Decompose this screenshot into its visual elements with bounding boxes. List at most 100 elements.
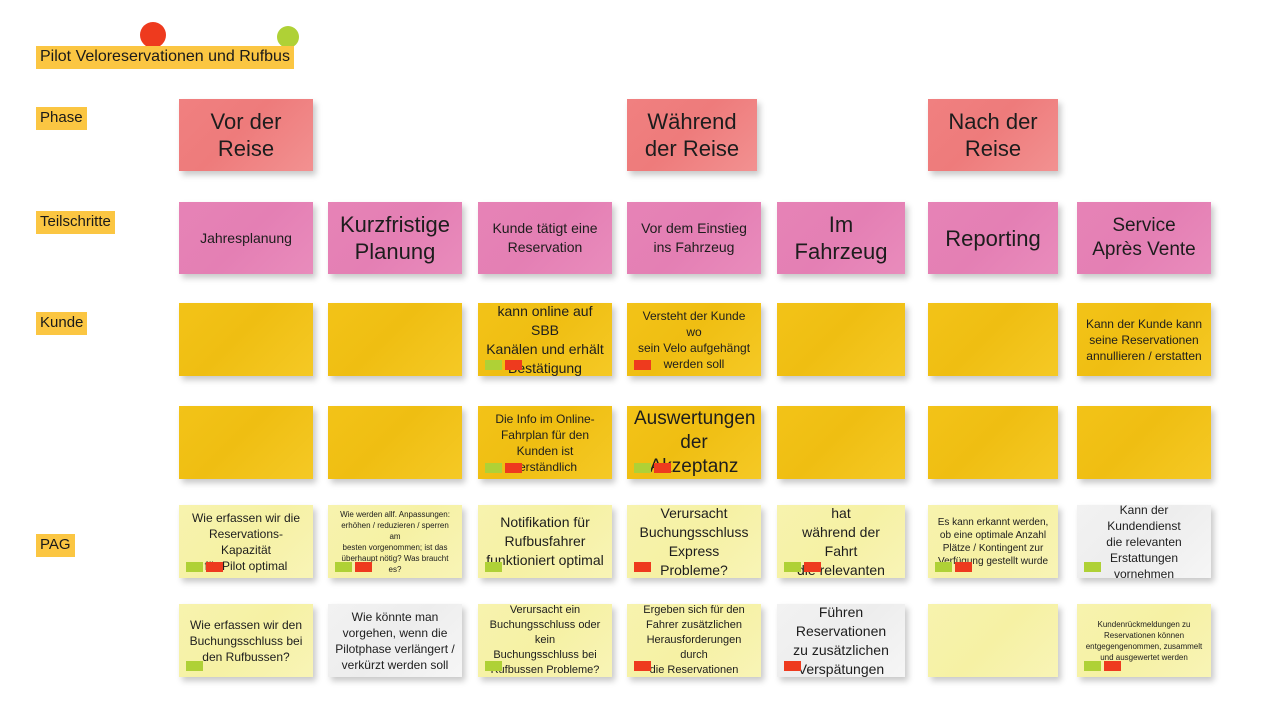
note-text: Kundenrückmeldungen zu Reservationen kön…	[1085, 619, 1203, 662]
status-chips	[186, 661, 203, 671]
pag-note[interactable]: Wie erfassen wir den Buchungsschluss bei…	[179, 604, 313, 677]
kunde-note[interactable]: Kann der Kunde kann seine Reservationen …	[1077, 303, 1211, 376]
step-note-reporting[interactable]: Reporting	[928, 202, 1058, 274]
red-dot	[140, 22, 166, 48]
row-label-teilschritte: Teilschritte	[36, 211, 115, 234]
pag-note[interactable]: Es kann erkannt werden, ob eine optimale…	[928, 505, 1058, 578]
row-label-kunde: Kunde	[36, 312, 88, 335]
chip-red	[206, 562, 223, 572]
note-text: Ergeben sich für den Fahrer zusätzlichen…	[643, 604, 745, 676]
step-note-im-fahrzeug[interactable]: Im Fahrzeug	[777, 202, 905, 274]
pag-note[interactable]: Wie könnte man vorgehen, wenn die Pilotp…	[328, 604, 462, 677]
step-note-kurzfristige-planung[interactable]: Kurzfristige Planung	[328, 202, 462, 274]
status-chips	[634, 463, 671, 473]
status-chips	[634, 562, 651, 572]
step-note-label: Kurzfristige Planung	[339, 212, 451, 264]
chip-red	[355, 562, 372, 572]
chip-red	[634, 360, 651, 370]
step-note-label: Service Après Vente	[1092, 215, 1196, 260]
step-note-label: Vor dem Einstieg ins Fahrzeug	[641, 220, 747, 255]
status-chips	[784, 562, 821, 572]
note-text: Notifikation für Rufbusfahrer funktionie…	[486, 514, 604, 568]
journey-map-board: Pilot Veloreservationen und Rufbus Phase…	[0, 0, 1265, 712]
step-note-kunde-taetigt-eine-reservation[interactable]: Kunde tätigt eine Reservation	[478, 202, 612, 274]
kunde-note[interactable]: Versteht der Kunde wo sein Velo aufgehän…	[627, 303, 761, 376]
chip-green	[784, 562, 801, 572]
chip-green	[485, 562, 502, 572]
chip-red	[505, 360, 522, 370]
pag-note[interactable]: Verursacht Buchungsschluss Express Probl…	[627, 505, 761, 578]
phase-note-nach-der-reise[interactable]: Nach der Reise	[928, 99, 1058, 171]
row-label-phase: Phase	[36, 107, 87, 130]
step-note-label: Reporting	[945, 225, 1041, 251]
status-chips	[1084, 661, 1121, 671]
chip-green	[186, 661, 203, 671]
pag-note[interactable]: Verursacht ein Buchungsschluss oder kein…	[478, 604, 612, 677]
chip-green	[935, 562, 952, 572]
note-text: Kann der Kunde kann seine Reservationen …	[1085, 316, 1203, 363]
note-text: Versteht der Kunde wo sein Velo aufgehän…	[637, 308, 751, 371]
status-chips	[1084, 562, 1101, 572]
kunde-note[interactable]	[1077, 406, 1211, 479]
note-text: Führen Reservationen zu zusätzlichen Ver…	[793, 604, 889, 677]
pag-note[interactable]: Wie erfassen wir die Reservations-Kapazi…	[179, 505, 313, 578]
kunde-note[interactable]	[179, 303, 313, 376]
kunde-note[interactable]	[328, 303, 462, 376]
kunde-note[interactable]	[179, 406, 313, 479]
pag-note[interactable]: Führen Reservationen zu zusätzlichen Ver…	[777, 604, 905, 677]
pag-note[interactable]: Notifikation für Rufbusfahrer funktionie…	[478, 505, 612, 578]
chip-green	[335, 562, 352, 572]
row-label-pag: PAG	[36, 534, 75, 557]
chip-green	[186, 562, 203, 572]
note-text: Verursacht Buchungsschluss Express Probl…	[639, 505, 749, 578]
note-text: Verursacht ein Buchungsschluss oder kein…	[489, 604, 601, 676]
status-chips	[335, 562, 372, 572]
status-chips	[485, 661, 502, 671]
green-dot	[277, 26, 299, 48]
step-note-label: Im Fahrzeug	[794, 212, 888, 264]
chip-red	[634, 661, 651, 671]
status-chips	[485, 562, 502, 572]
kunde-note[interactable]: kann online auf SBB Kanälen und erhält B…	[478, 303, 612, 376]
chip-green	[1084, 562, 1101, 572]
kunde-note[interactable]	[928, 303, 1058, 376]
kunde-note[interactable]	[777, 303, 905, 376]
chip-red	[804, 562, 821, 572]
step-note-label: Kunde tätigt eine Reservation	[492, 220, 598, 255]
step-note-vor-dem-einstieg-ins-fahrzeug[interactable]: Vor dem Einstieg ins Fahrzeug	[627, 202, 761, 274]
kunde-note[interactable]	[777, 406, 905, 479]
status-chips	[186, 562, 223, 572]
kunde-note[interactable]	[328, 406, 462, 479]
chip-red	[1104, 661, 1121, 671]
pag-note[interactable]: Kann der Kundendienst die relevanten Ers…	[1077, 505, 1211, 578]
phase-note-label: Nach der Reise	[948, 109, 1038, 161]
kunde-note[interactable]: Die Info im Online- Fahrplan für den Kun…	[478, 406, 612, 479]
chip-red	[634, 562, 651, 572]
note-text: Es kann erkannt werden, ob eine optimale…	[937, 516, 1049, 567]
step-note-label: Jahresplanung	[200, 229, 292, 246]
chip-green	[634, 463, 651, 473]
pag-note[interactable]: Wie werden allf. Anpassungen: erhöhen / …	[328, 505, 462, 578]
pag-note[interactable]: Hat der Fahrer hat während der Fahrt die…	[777, 505, 905, 578]
phase-note-vor-der-reise[interactable]: Vor der Reise	[179, 99, 313, 171]
note-text: Wie erfassen wir den Buchungsschluss bei…	[189, 617, 303, 664]
kunde-note[interactable]	[928, 406, 1058, 479]
chip-green	[485, 661, 502, 671]
chip-green	[1084, 661, 1101, 671]
phase-note-waehrend-der-reise[interactable]: Während der Reise	[627, 99, 757, 171]
chip-red	[505, 463, 522, 473]
chip-red	[654, 463, 671, 473]
phase-note-label: Vor der Reise	[210, 109, 282, 161]
chip-green	[485, 463, 502, 473]
status-chips	[784, 661, 801, 671]
pag-note[interactable]: Ergeben sich für den Fahrer zusätzlichen…	[627, 604, 761, 677]
phase-note-label: Während der Reise	[644, 109, 740, 161]
note-text: Kann der Kundendienst die relevanten Ers…	[1106, 505, 1182, 578]
board-title: Pilot Veloreservationen und Rufbus	[36, 46, 294, 69]
pag-note[interactable]: Kundenrückmeldungen zu Reservationen kön…	[1077, 604, 1211, 677]
pag-note[interactable]	[928, 604, 1058, 677]
status-chips	[634, 360, 651, 370]
kunde-note[interactable]: Auswertungen der Akzeptanz	[627, 406, 761, 479]
step-note-service-apres-vente[interactable]: Service Après Vente	[1077, 202, 1211, 274]
step-note-jahresplanung[interactable]: Jahresplanung	[179, 202, 313, 274]
